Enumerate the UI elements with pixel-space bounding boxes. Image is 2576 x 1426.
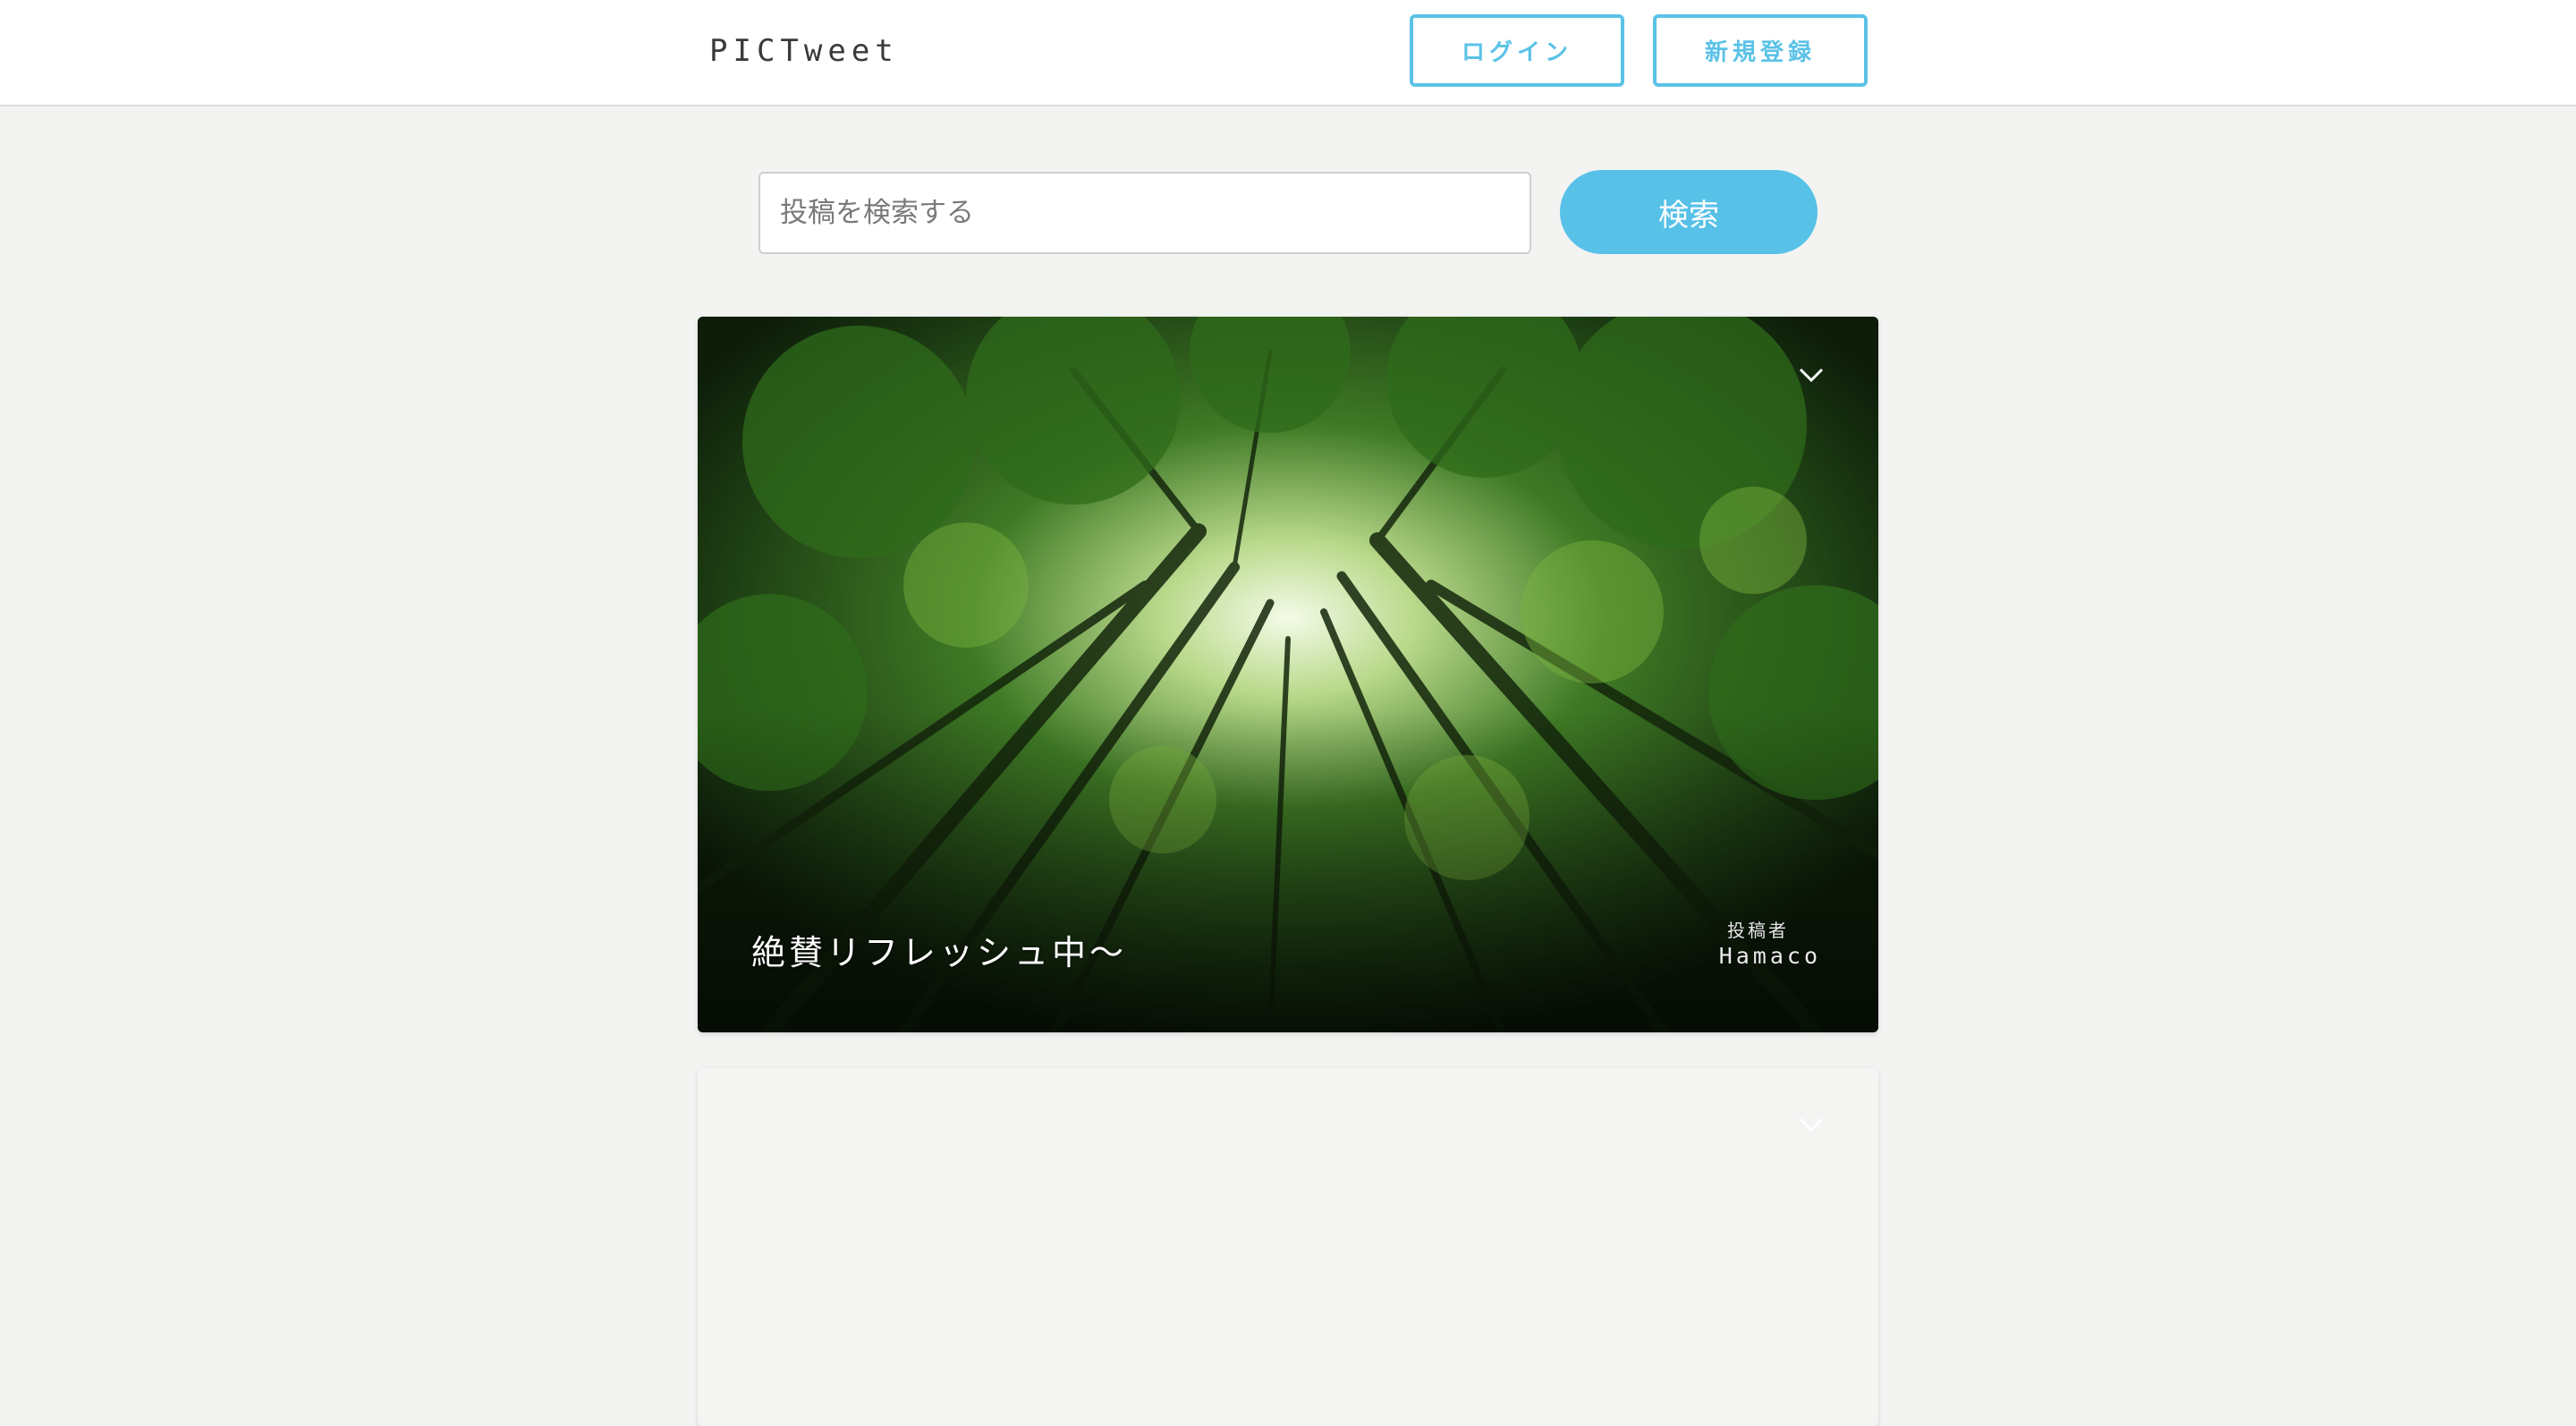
site-header: PICTweet ログイン 新規登録 xyxy=(0,0,2576,106)
login-button[interactable]: ログイン xyxy=(1410,14,1624,87)
chevron-down-icon[interactable] xyxy=(1798,1115,1825,1134)
post-text: 絶賛リフレッシュ中〜 xyxy=(751,933,1128,972)
author-label: 投稿者 xyxy=(1727,920,1789,941)
post-card[interactable] xyxy=(698,1068,1878,1426)
signup-button[interactable]: 新規登録 xyxy=(1653,14,1868,87)
site-logo[interactable]: PICTweet xyxy=(709,33,899,69)
search-button[interactable]: 検索 xyxy=(1560,170,1818,254)
post-card[interactable]: 絶賛リフレッシュ中〜 投稿者 Hamaco xyxy=(698,317,1878,1032)
chevron-down-icon[interactable] xyxy=(1798,365,1825,385)
search-input[interactable] xyxy=(758,172,1531,254)
author-name[interactable]: Hamaco xyxy=(1719,943,1821,969)
